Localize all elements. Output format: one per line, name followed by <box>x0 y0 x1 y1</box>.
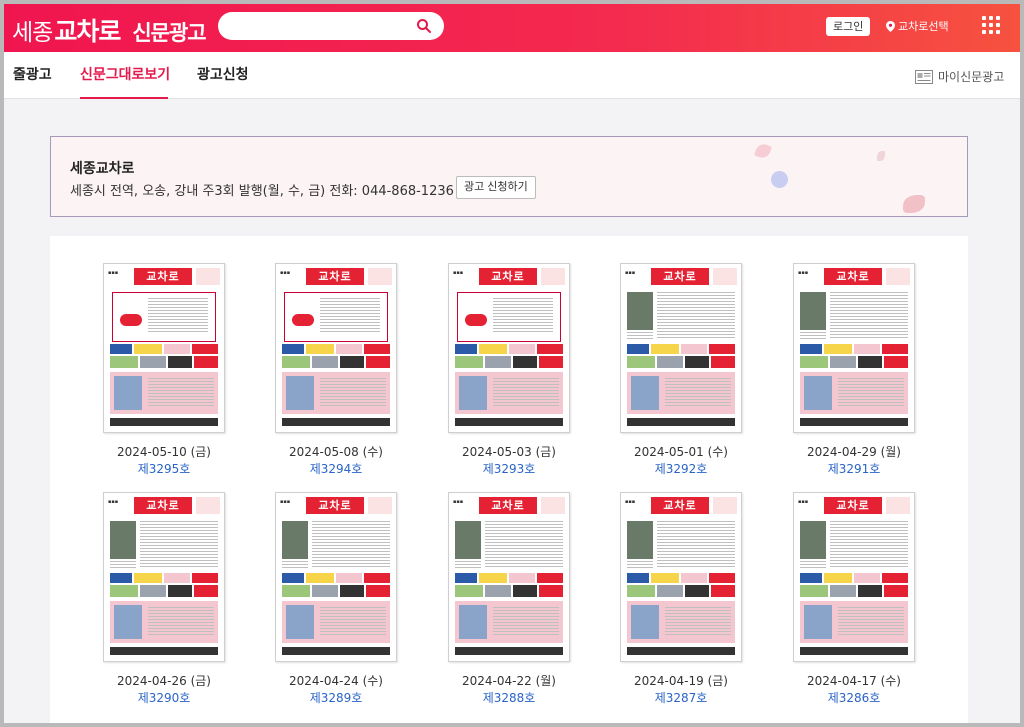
issue-number-link[interactable]: 제3288호 <box>420 689 598 706</box>
issue-date: 2024-04-22 (월) <box>462 674 556 688</box>
thumb-masthead: 교차로 <box>479 268 537 285</box>
issue-number-link[interactable]: 제3292호 <box>592 460 770 477</box>
circle-decoration <box>771 171 788 188</box>
ad-apply-button[interactable]: 광고 신청하기 <box>456 176 536 199</box>
top-header: 세종 교차로 신문광고 로그인 교차로선택 <box>4 4 1020 52</box>
apps-grid-icon[interactable] <box>982 16 1000 34</box>
active-tab-indicator <box>80 97 168 99</box>
logo-service: 신문광고 <box>132 21 206 45</box>
thumb-masthead: 교차로 <box>306 268 364 285</box>
newspaper-thumbnail[interactable]: ▪▪▪ 교차로 <box>448 263 570 433</box>
thumb-date: ▪▪▪ <box>625 270 636 276</box>
issue-date: 2024-04-29 (월) <box>807 445 901 459</box>
newspaper-thumbnail[interactable]: ▪▪▪ 교차로 <box>620 263 742 433</box>
petal-decoration <box>903 195 925 213</box>
issue-number-link[interactable]: 제3293호 <box>420 460 598 477</box>
thumb-masthead: 교차로 <box>651 497 709 514</box>
thumb-date: ▪▪▪ <box>280 499 291 505</box>
newspaper-thumbnail[interactable]: ▪▪▪ 교차로 <box>275 263 397 433</box>
logo-region: 세종 <box>12 20 53 46</box>
search-box <box>218 12 444 40</box>
tab-newspaper-view[interactable]: 신문그대로보기 <box>80 64 170 84</box>
thumb-masthead: 교차로 <box>306 497 364 514</box>
logo-name: 교차로 <box>54 17 121 46</box>
my-ads-label: 마이신문광고 <box>938 70 1005 84</box>
issue-number-link[interactable]: 제3294호 <box>247 460 425 477</box>
newspaper-thumbnail[interactable]: ▪▪▪ 교차로 <box>103 492 225 662</box>
newspaper-thumbnail[interactable]: ▪▪▪ 교차로 <box>103 263 225 433</box>
tab-bar: 줄광고 신문그대로보기 광고신청 마이신문광고 <box>4 52 1020 99</box>
thumb-masthead: 교차로 <box>651 268 709 285</box>
tab-line-ads[interactable]: 줄광고 <box>13 64 52 84</box>
issue-number-link[interactable]: 제3289호 <box>247 689 425 706</box>
newspaper-thumbnail[interactable]: ▪▪▪ 교차로 <box>620 492 742 662</box>
issue-date: 2024-04-26 (금) <box>117 674 211 688</box>
region-label: 교차로선택 <box>898 20 949 33</box>
search-input[interactable] <box>230 16 410 36</box>
issue-number-link[interactable]: 제3287호 <box>592 689 770 706</box>
thumb-masthead: 교차로 <box>824 497 882 514</box>
login-button[interactable]: 로그인 <box>826 17 871 36</box>
thumb-masthead: 교차로 <box>134 497 192 514</box>
issue-number-link[interactable]: 제3295호 <box>75 460 253 477</box>
thumb-date: ▪▪▪ <box>108 270 119 276</box>
thumb-date: ▪▪▪ <box>108 499 119 505</box>
petal-decoration <box>877 151 885 161</box>
petal-decoration <box>754 142 772 160</box>
newspaper-thumbnail[interactable]: ▪▪▪ 교차로 <box>275 492 397 662</box>
thumb-date: ▪▪▪ <box>798 499 809 505</box>
issue-number-link[interactable]: 제3291호 <box>765 460 943 477</box>
newspaper-info-banner: 세종교차로 세종시 전역, 오송, 강내 주3회 발행(월, 수, 금) 전화:… <box>50 136 968 217</box>
issue-date: 2024-05-08 (수) <box>289 445 383 459</box>
banner-title: 세종교차로 <box>70 161 135 177</box>
site-logo[interactable]: 세종 교차로 신문광고 <box>12 12 207 46</box>
page-frame: 세종 교차로 신문광고 로그인 교차로선택 줄광고 신문그대로보기 광고신청 마… <box>4 4 1020 723</box>
thumb-masthead: 교차로 <box>479 497 537 514</box>
thumb-date: ▪▪▪ <box>625 499 636 505</box>
search-icon[interactable] <box>416 18 432 34</box>
thumb-masthead: 교차로 <box>824 268 882 285</box>
thumb-date: ▪▪▪ <box>280 270 291 276</box>
thumb-date: ▪▪▪ <box>453 270 464 276</box>
issue-date: 2024-05-03 (금) <box>462 445 556 459</box>
issue-date: 2024-04-24 (수) <box>289 674 383 688</box>
banner-description: 세종시 전역, 오송, 강내 주3회 발행(월, 수, 금) 전화: 044-8… <box>70 184 454 199</box>
thumb-date: ▪▪▪ <box>453 499 464 505</box>
location-pin-icon <box>886 21 895 32</box>
my-newspaper-ads-link[interactable]: 마이신문광고 <box>915 68 1004 85</box>
issue-date: 2024-04-19 (금) <box>634 674 728 688</box>
issue-date: 2024-05-01 (수) <box>634 445 728 459</box>
thumb-date: ▪▪▪ <box>798 270 809 276</box>
newspaper-icon <box>915 69 933 84</box>
tab-ad-apply[interactable]: 광고신청 <box>197 64 249 84</box>
issue-number-link[interactable]: 제3286호 <box>765 689 943 706</box>
issue-number-link[interactable]: 제3290호 <box>75 689 253 706</box>
region-selector[interactable]: 교차로선택 <box>886 17 949 36</box>
newspaper-thumbnail[interactable]: ▪▪▪ 교차로 <box>793 492 915 662</box>
thumb-masthead: 교차로 <box>134 268 192 285</box>
issue-gallery: ▪▪▪ 교차로 2024-05-10 (금) 제3295호 ▪▪▪ 교차로 2024-05-… <box>50 236 968 723</box>
newspaper-thumbnail[interactable]: ▪▪▪ 교차로 <box>793 263 915 433</box>
issue-date: 2024-05-10 (금) <box>117 445 211 459</box>
issue-date: 2024-04-17 (수) <box>807 674 901 688</box>
newspaper-thumbnail[interactable]: ▪▪▪ 교차로 <box>448 492 570 662</box>
